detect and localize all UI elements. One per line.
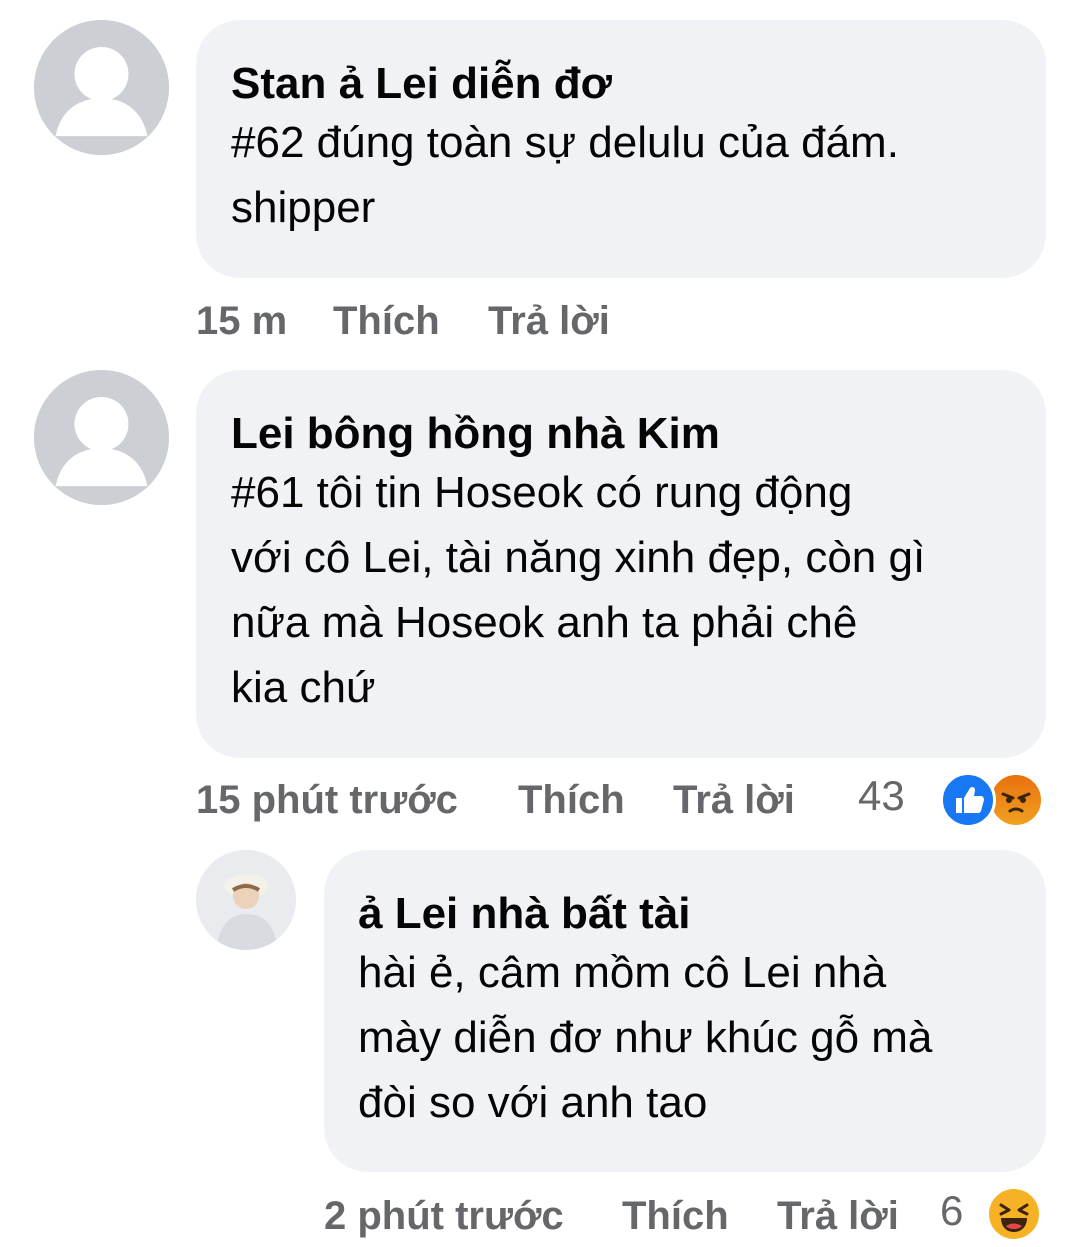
comment-timestamp[interactable]: 2 phút trước xyxy=(324,1192,564,1240)
reaction-count[interactable]: 6 xyxy=(940,1187,963,1235)
comment-author[interactable]: ả Lei nhà bất tài xyxy=(358,888,1046,940)
comment-text: #61 tôi tin Hoseok có rung động với cô L… xyxy=(231,468,926,712)
like-button[interactable]: Thích xyxy=(622,1192,729,1240)
comment-author[interactable]: Stan ả Lei diễn đơ xyxy=(231,58,1046,110)
comment-text: hài ẻ, câm mồm cô Lei nhà mày diễn đơ nh… xyxy=(358,948,933,1127)
reply-button[interactable]: Trả lời xyxy=(673,776,795,824)
comment-timestamp[interactable]: 15 m xyxy=(196,297,287,345)
like-button[interactable]: Thích xyxy=(518,776,625,824)
angry-icon[interactable] xyxy=(988,772,1044,828)
user-avatar[interactable] xyxy=(34,20,169,155)
default-user-icon xyxy=(34,20,169,155)
comment-bubble[interactable]: ả Lei nhà bất tài hài ẻ, câm mồm cô Lei … xyxy=(324,850,1046,1172)
comment-bubble[interactable]: Stan ả Lei diễn đơ #62 đúng toàn sự delu… xyxy=(196,20,1046,278)
reply-button[interactable]: Trả lời xyxy=(777,1192,899,1240)
profile-photo[interactable] xyxy=(196,850,296,950)
comment-author[interactable]: Lei bông hồng nhà Kim xyxy=(231,408,1046,460)
reaction-count[interactable]: 43 xyxy=(858,772,905,820)
user-avatar[interactable] xyxy=(34,370,169,505)
haha-icon[interactable] xyxy=(986,1186,1042,1242)
reply-button[interactable]: Trả lời xyxy=(488,297,610,345)
comment-bubble[interactable]: Lei bông hồng nhà Kim #61 tôi tin Hoseok… xyxy=(196,370,1046,758)
like-button[interactable]: Thích xyxy=(333,297,440,345)
default-user-icon xyxy=(34,370,169,505)
comment-text: #62 đúng toàn sự delulu của đám. shipper xyxy=(231,118,899,232)
comment-timestamp[interactable]: 15 phút trước xyxy=(196,776,458,824)
profile-photo-image xyxy=(196,850,296,950)
like-icon[interactable] xyxy=(940,772,996,828)
